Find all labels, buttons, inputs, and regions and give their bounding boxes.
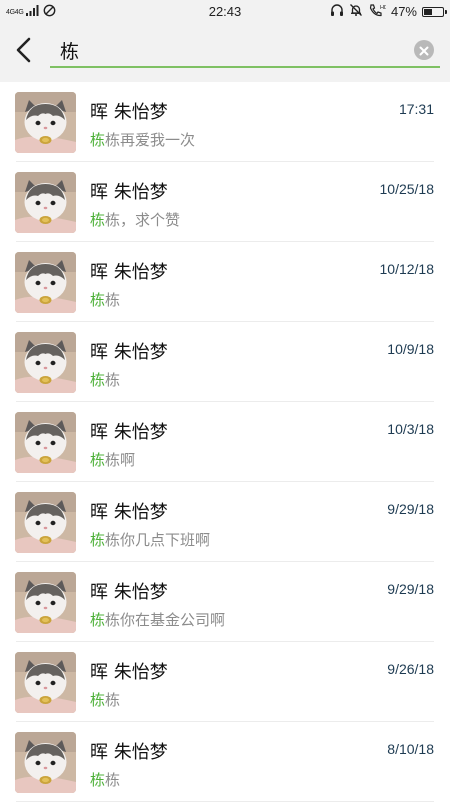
cat-photo-avatar (15, 652, 76, 713)
cat-photo-avatar (15, 92, 76, 153)
contact-name: 晖 朱怡梦 (90, 502, 168, 523)
contact-avatar (15, 92, 76, 153)
cat-photo-avatar (15, 252, 76, 313)
search-field (50, 34, 440, 68)
snippet-rest: 栋 (105, 771, 121, 789)
cat-photo-avatar (15, 732, 76, 793)
snippet-match-highlight: 栋 (90, 131, 106, 149)
message-time: 9/26/18 (387, 661, 434, 677)
message-time: 9/29/18 (387, 501, 434, 517)
search-result-row[interactable]: 晖 朱怡梦 9/26/18 栋栋 (0, 642, 450, 722)
message-snippet: 栋栋你在基金公司啊 (90, 609, 225, 630)
search-result-row[interactable]: 晖 朱怡梦 10/9/18 栋栋 (0, 322, 450, 402)
status-right: HD 47% (330, 3, 447, 20)
snippet-match-highlight: 栋 (90, 211, 106, 229)
contact-name: 晖 朱怡梦 (90, 342, 168, 363)
snippet-rest: 栋 (105, 371, 121, 389)
contact-avatar (15, 252, 76, 313)
message-snippet: 栋栋啊 (90, 449, 135, 470)
snippet-match-highlight: 栋 (90, 691, 106, 709)
search-result-row[interactable]: 晖 朱怡梦 9/29/18 栋栋你几点下班啊 (0, 482, 450, 562)
battery-icon (422, 6, 447, 17)
message-snippet: 栋栋 (90, 289, 120, 310)
search-input[interactable] (60, 34, 400, 66)
message-time: 10/25/18 (379, 181, 435, 197)
clear-search-button[interactable] (414, 40, 434, 60)
contact-avatar (15, 412, 76, 473)
snippet-match-highlight: 栋 (90, 291, 106, 309)
snippet-rest: 栋你几点下班啊 (105, 531, 211, 549)
message-snippet: 栋栋，求个赞 (90, 209, 180, 230)
snippet-match-highlight: 栋 (90, 531, 106, 549)
cat-photo-avatar (15, 172, 76, 233)
message-time: 8/10/18 (387, 741, 434, 757)
battery-level-fill (424, 8, 432, 15)
back-button[interactable] (8, 36, 40, 68)
search-result-row[interactable]: 晖 朱怡梦 9/29/18 栋栋你在基金公司啊 (0, 562, 450, 642)
contact-avatar (15, 652, 76, 713)
contact-avatar (15, 172, 76, 233)
message-time: 10/3/18 (387, 421, 434, 437)
contact-avatar (15, 332, 76, 393)
contact-name: 晖 朱怡梦 (90, 742, 168, 763)
message-snippet: 栋栋你几点下班啊 (90, 529, 210, 550)
message-snippet: 栋栋 (90, 689, 120, 710)
snippet-match-highlight: 栋 (90, 771, 106, 789)
chevron-left-icon (15, 37, 33, 67)
status-bar: 4G4G 22:43 HD 47% (0, 0, 450, 24)
snippet-rest: 栋，求个赞 (105, 211, 181, 229)
message-time: 9/29/18 (387, 581, 434, 597)
snippet-rest: 栋 (105, 291, 121, 309)
contact-name: 晖 朱怡梦 (90, 182, 168, 203)
message-time: 10/9/18 (387, 341, 434, 357)
snippet-rest: 栋啊 (105, 451, 136, 469)
hd-call-icon: HD (368, 3, 388, 20)
contact-avatar (15, 492, 76, 553)
clear-circle-icon (419, 41, 429, 60)
message-snippet: 栋栋 (90, 369, 120, 390)
contact-name: 晖 朱怡梦 (90, 662, 168, 683)
message-time: 17:31 (398, 101, 434, 117)
contact-name: 晖 朱怡梦 (90, 422, 168, 443)
snippet-rest: 栋再爱我一次 (105, 131, 196, 149)
cat-photo-avatar (15, 412, 76, 473)
contact-name: 晖 朱怡梦 (90, 582, 168, 603)
message-time: 10/12/18 (379, 261, 435, 277)
snippet-match-highlight: 栋 (90, 611, 106, 629)
cat-photo-avatar (15, 332, 76, 393)
search-header (0, 24, 450, 82)
search-results-list: 晖 朱怡梦 17:31 栋栋再爱我一次 晖 朱怡梦 10/25/18 栋栋，求个 (0, 82, 450, 802)
svg-text:HD: HD (380, 5, 386, 11)
search-result-row[interactable]: 晖 朱怡梦 8/10/18 栋栋 (0, 722, 450, 802)
headset-icon (330, 3, 344, 20)
battery-percent: 47% (390, 4, 417, 19)
snippet-rest: 栋 (105, 691, 121, 709)
contact-avatar (15, 572, 76, 633)
cat-photo-avatar (15, 572, 76, 633)
search-result-row[interactable]: 晖 朱怡梦 10/25/18 栋栋，求个赞 (0, 162, 450, 242)
snippet-match-highlight: 栋 (90, 371, 106, 389)
mute-bell-icon (349, 3, 363, 20)
contact-name: 晖 朱怡梦 (90, 262, 168, 283)
contact-avatar (15, 732, 76, 793)
search-result-row[interactable]: 晖 朱怡梦 10/12/18 栋栋 (0, 242, 450, 322)
message-snippet: 栋栋再爱我一次 (90, 129, 195, 150)
cat-photo-avatar (15, 492, 76, 553)
snippet-match-highlight: 栋 (90, 451, 106, 469)
message-snippet: 栋栋 (90, 769, 120, 790)
snippet-rest: 栋你在基金公司啊 (105, 611, 226, 629)
search-result-row[interactable]: 晖 朱怡梦 10/3/18 栋栋啊 (0, 402, 450, 482)
search-result-row[interactable]: 晖 朱怡梦 17:31 栋栋再爱我一次 (0, 82, 450, 162)
contact-name: 晖 朱怡梦 (90, 102, 168, 123)
